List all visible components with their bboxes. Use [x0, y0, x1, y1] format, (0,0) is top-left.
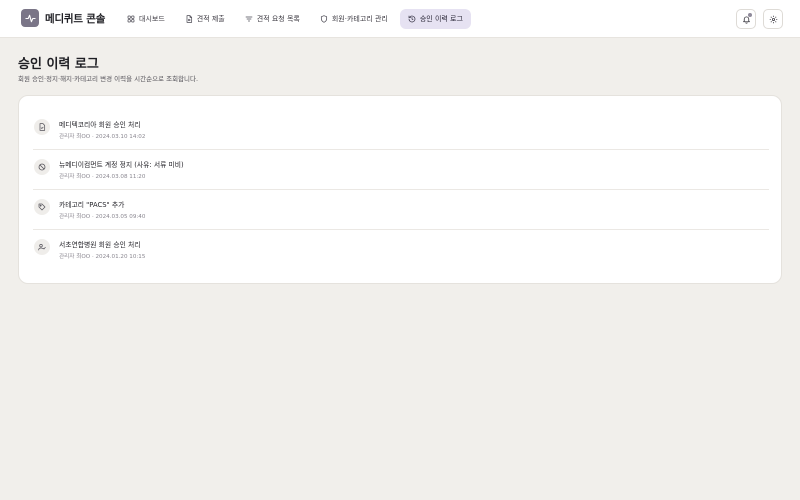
nav-item-label: 대시보드 — [139, 15, 165, 23]
log-item: 서초연합병원 회원 승인 처리 관리자 최OO · 2024.01.20 10:… — [33, 230, 769, 270]
nav-item-approval-log[interactable]: 승인 이력 로그 — [399, 9, 471, 29]
shield-icon — [320, 15, 327, 23]
page-subtitle: 회원 승인·정지·해지·카테고리 변경 이력을 시간순으로 조회합니다. — [18, 75, 199, 83]
nav-item-label: 견적 요청 목록 — [256, 15, 300, 23]
brand[interactable]: 메디퀴트 콘솔 — [21, 9, 105, 27]
log-title: 카테고리 "PACS" 추가 — [59, 201, 125, 209]
app-name: 메디퀴트 콘솔 — [45, 12, 106, 25]
settings-button[interactable] — [763, 9, 783, 29]
log-title: 뉴메디이컴먼트 계정 정지 (사유: 서류 미비) — [59, 161, 184, 169]
nav-item-quote-submit[interactable]: 견적 제출 — [177, 9, 233, 29]
user-check-icon — [34, 239, 50, 255]
page-title: 승인 이력 로그 — [18, 57, 99, 72]
history-icon — [408, 15, 416, 23]
main-nav: 대시보드 견적 제출 견적 요청 목록 회원·카테고리 관리 승인 이력 로그 — [119, 9, 475, 29]
nav-item-member-category[interactable]: 회원·카테고리 관리 — [312, 9, 396, 29]
log-list: 메디텍코리아 회원 승인 처리 관리자 최OO · 2024.03.10 14:… — [33, 110, 769, 270]
nav-item-label: 회원·카테고리 관리 — [331, 15, 388, 23]
log-item: 뉴메디이컴먼트 계정 정지 (사유: 서류 미비) 관리자 최OO · 2024… — [33, 150, 769, 190]
log-meta: 관리자 최OO · 2024.03.08 11:20 — [59, 174, 146, 180]
log-item: 카테고리 "PACS" 추가 관리자 최OO · 2024.03.05 09:4… — [33, 190, 769, 230]
approval-log-card: 메디텍코리아 회원 승인 처리 관리자 최OO · 2024.03.10 14:… — [18, 95, 782, 284]
log-meta: 관리자 최OO · 2024.01.20 10:15 — [59, 254, 146, 260]
log-meta: 관리자 최OO · 2024.03.10 14:02 — [59, 134, 146, 140]
pulse-logo-icon — [21, 9, 39, 27]
nav-item-dashboard[interactable]: 대시보드 — [119, 9, 173, 29]
nav-item-quote-requests[interactable]: 견적 요청 목록 — [237, 9, 308, 29]
ban-icon — [34, 159, 50, 175]
log-item: 메디텍코리아 회원 승인 처리 관리자 최OO · 2024.03.10 14:… — [33, 110, 769, 150]
top-bar: 메디퀴트 콘솔 대시보드 견적 제출 견적 요청 목록 회원·카테고리 관리 승… — [0, 0, 800, 38]
gear-icon — [769, 15, 777, 23]
log-title: 메디텍코리아 회원 승인 처리 — [59, 121, 141, 129]
file-check-icon — [34, 119, 50, 135]
nav-item-label: 승인 이력 로그 — [419, 15, 463, 23]
log-title: 서초연합병원 회원 승인 처리 — [59, 241, 141, 249]
log-meta: 관리자 최OO · 2024.03.05 09:40 — [59, 214, 146, 220]
grid-icon — [127, 15, 135, 23]
tag-icon — [34, 199, 50, 215]
document-icon — [186, 15, 192, 23]
filter-icon — [245, 16, 253, 22]
notifications-button[interactable] — [736, 9, 756, 29]
notification-dot — [748, 13, 752, 17]
nav-item-label: 견적 제출 — [196, 15, 225, 23]
